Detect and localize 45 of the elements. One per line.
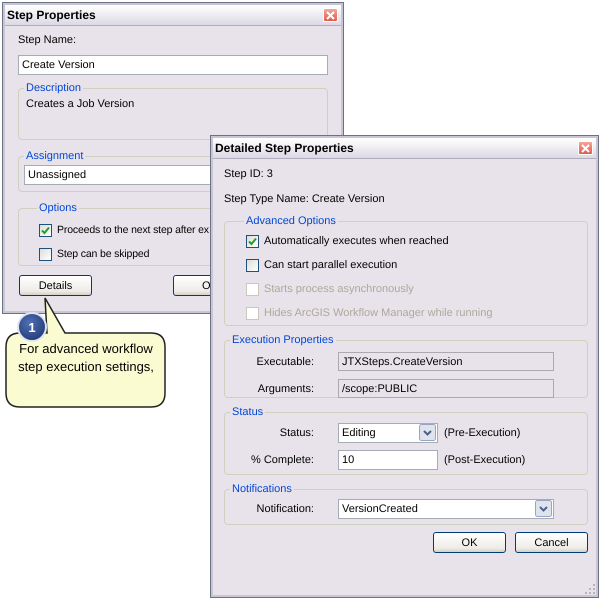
checkbox-label: Proceeds to the next step after ex: [57, 224, 209, 236]
checkbox-label: Can start parallel execution: [264, 259, 398, 271]
field-label: Arguments:: [256, 382, 315, 394]
read-only-field[interactable]: JTXSteps.CreateVersion: [338, 352, 554, 371]
resize-grip-icon: [585, 584, 596, 595]
details-button[interactable]: Details: [19, 275, 92, 296]
callout-text: For advanced workflow step execution settings,: [17, 340, 155, 376]
group-label: Status: [231, 406, 264, 418]
checkbox[interactable]: [246, 234, 259, 248]
checkbox[interactable]: [39, 248, 52, 260]
chevron-down-icon: [535, 500, 552, 517]
checkbox-label: Step can be skipped: [57, 248, 150, 260]
group-label: Options: [38, 202, 78, 214]
percent-complete-field[interactable]: 10: [338, 450, 438, 470]
close-button[interactable]: [323, 8, 338, 22]
field-label: Executable:: [256, 356, 315, 368]
checkbox[interactable]: [246, 258, 259, 272]
hint-text: (Post-Execution): [444, 454, 526, 466]
window-title: Detailed Step Properties: [215, 141, 354, 155]
checkbox[interactable]: [39, 224, 52, 236]
field-label: Notification:: [256, 502, 315, 514]
cancel-button[interactable]: Cancel: [515, 532, 588, 553]
group-label: Description: [25, 82, 82, 94]
status-dropdown[interactable]: Editing: [338, 422, 438, 442]
group-label: Execution Properties: [231, 334, 334, 346]
field-label: Step Name:: [18, 33, 78, 47]
chevron-down-icon: [419, 424, 436, 441]
close-button[interactable]: [578, 141, 593, 155]
field-label: Status:: [278, 426, 315, 438]
checkbox-label: Starts process asynchronously: [264, 283, 414, 295]
group-label: Advanced Options: [245, 215, 337, 227]
field-label: % Complete:: [250, 454, 315, 466]
checkbox-label: Automatically executes when reached: [264, 235, 449, 247]
window-title: Step Properties: [7, 8, 96, 22]
hint-text: (Pre-Execution): [444, 426, 520, 438]
step-type-text: Step Type Name: Create Version: [224, 192, 386, 206]
group-label: Assignment: [25, 150, 84, 162]
checkbox-label: Hides ArcGIS Workflow Manager while running: [264, 307, 492, 319]
group-label: Notifications: [231, 483, 293, 495]
step-name-field[interactable]: Create Version: [18, 55, 328, 75]
notification-dropdown[interactable]: VersionCreated: [338, 498, 554, 518]
read-only-field[interactable]: /scope:PUBLIC: [338, 379, 554, 398]
description-text: Creates a Job Version: [26, 98, 136, 110]
ok-button[interactable]: OK: [433, 532, 506, 553]
step-id-text: Step ID: 3: [224, 167, 274, 181]
